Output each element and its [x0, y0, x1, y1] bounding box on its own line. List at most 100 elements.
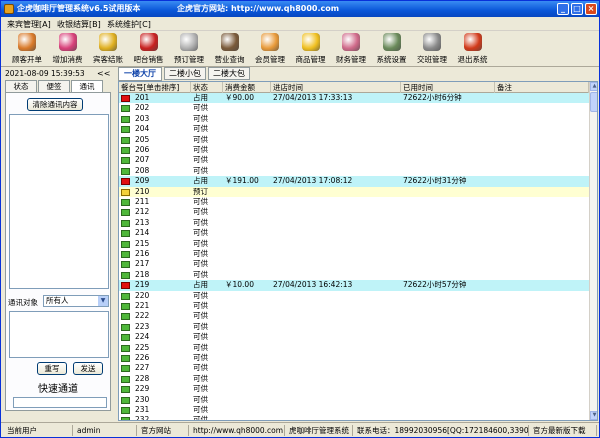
customer-order-icon: [18, 33, 36, 51]
tab-floor1-hall[interactable]: 一楼大厅: [118, 67, 162, 81]
comm-messages-box[interactable]: [9, 114, 109, 289]
comm-input[interactable]: [9, 311, 109, 358]
toolbar-button-10[interactable]: 交班管理: [412, 33, 452, 66]
table-status-flag-icon: [121, 417, 130, 420]
table-row[interactable]: 214 可供: [119, 228, 589, 238]
table-row[interactable]: 221 可供: [119, 301, 589, 311]
chevron-down-icon[interactable]: ▼: [98, 296, 108, 306]
table-row[interactable]: 220 可供: [119, 291, 589, 301]
table-row[interactable]: 204 可供: [119, 124, 589, 134]
table-row[interactable]: 216 可供: [119, 249, 589, 259]
table-row[interactable]: 232 可供: [119, 415, 589, 420]
cell-time-in: [271, 301, 401, 311]
toolbar-button-3[interactable]: 吧台销售: [129, 33, 169, 66]
cell-status: 可供: [193, 394, 208, 404]
menu-guest[interactable]: 来宾管理[A]: [7, 19, 51, 30]
table-row[interactable]: 227 可供: [119, 363, 589, 373]
table-status-flag-icon: [121, 167, 130, 175]
table-row[interactable]: 209 占用 ￥191.00 27/04/2013 17:08:12 72622小时31…: [119, 176, 589, 187]
minimize-button[interactable]: _: [557, 3, 569, 15]
send-button[interactable]: 发送: [73, 362, 103, 375]
cell-time-in: [271, 166, 401, 176]
header-elapsed[interactable]: 已用时间: [401, 82, 495, 93]
quick-channel-input[interactable]: [13, 397, 107, 408]
table-row[interactable]: 215 可供: [119, 239, 589, 249]
toolbar-button-label: 吧台销售: [133, 55, 164, 64]
header-note[interactable]: 备注: [495, 82, 589, 93]
table-row[interactable]: 230 可供: [119, 395, 589, 405]
cell-elapsed: 72622小时31分钟: [403, 176, 467, 186]
table-row[interactable]: 226 可供: [119, 353, 589, 363]
table-row[interactable]: 202 可供: [119, 103, 589, 113]
table-row[interactable]: 229 可供: [119, 384, 589, 394]
table-row[interactable]: 225 可供: [119, 343, 589, 353]
table-row[interactable]: 218 可供: [119, 270, 589, 280]
table-row[interactable]: 212 可供: [119, 207, 589, 217]
table-row[interactable]: 223 可供: [119, 322, 589, 332]
menu-system[interactable]: 系统维护[C]: [107, 19, 151, 30]
comm-target-select[interactable]: 所有人 ▼: [43, 295, 109, 307]
rewrite-button[interactable]: 重写: [37, 362, 67, 375]
table-row[interactable]: 208 可供: [119, 166, 589, 176]
toolbar-button-4[interactable]: 预订管理: [169, 33, 209, 66]
cell-time-in: [271, 332, 401, 342]
toolbar-button-9[interactable]: 系统设置: [372, 33, 412, 66]
cell-status: 可供: [193, 155, 208, 165]
cell-time-in: [271, 322, 401, 332]
table-row[interactable]: 224 可供: [119, 332, 589, 342]
table-row[interactable]: 203 可供: [119, 114, 589, 124]
toolbar-button-5[interactable]: 营业查询: [210, 33, 250, 66]
handshake-icon: [423, 33, 441, 51]
table-row[interactable]: 210 预订: [119, 186, 589, 197]
cell-elapsed: [401, 249, 495, 259]
collapse-panel-button[interactable]: <<: [97, 69, 110, 78]
clear-comm-button[interactable]: 清除通讯内容: [27, 98, 83, 111]
tab-notes[interactable]: 便签: [38, 80, 70, 92]
cell-note: [495, 259, 589, 269]
table-row[interactable]: 205 可供: [119, 135, 589, 145]
toolbar-button-1[interactable]: 增加消费: [48, 33, 88, 66]
table-row[interactable]: 228 可供: [119, 374, 589, 384]
toolbar-button-11[interactable]: 退出系统: [453, 33, 493, 66]
header-amount[interactable]: 消费金额: [223, 82, 271, 93]
table-row[interactable]: 201 占用 ￥90.00 27/04/2013 17:33:13 72622小时6分钟: [119, 93, 589, 104]
status-download[interactable]: 官方最新版下载: [529, 425, 597, 436]
cell-status: 占用: [193, 176, 208, 186]
toolbar-button-6[interactable]: 会员管理: [250, 33, 290, 66]
table-row[interactable]: 222 可供: [119, 311, 589, 321]
cell-elapsed: [401, 343, 495, 353]
cell-time-in: [271, 239, 401, 249]
cell-status: 可供: [193, 238, 208, 248]
table-row[interactable]: 219 占用 ￥10.00 27/04/2013 16:42:13 72622小时57分…: [119, 280, 589, 291]
toolbar-button-0[interactable]: 顾客开单: [7, 33, 47, 66]
cell-status: 可供: [193, 145, 208, 154]
tab-floor2-large[interactable]: 二楼大包: [208, 67, 250, 80]
vertical-scrollbar[interactable]: ▲ ▼: [589, 82, 597, 420]
toolbar-button-7[interactable]: 商品管理: [291, 33, 331, 66]
table-row[interactable]: 207 可供: [119, 155, 589, 165]
tab-floor2-small[interactable]: 二楼小包: [164, 67, 206, 80]
table-row[interactable]: 217 可供: [119, 259, 589, 269]
table-row[interactable]: 211 可供: [119, 197, 589, 207]
header-status[interactable]: 状态: [191, 82, 223, 93]
header-table-id[interactable]: 餐台号[单击排序]: [119, 82, 191, 93]
status-site-url[interactable]: http://www.qh8000.com: [189, 425, 285, 436]
cell-elapsed: [401, 218, 495, 228]
header-time-in[interactable]: 进店时间: [271, 82, 401, 93]
close-button[interactable]: ×: [585, 3, 597, 15]
cell-note: [495, 280, 589, 290]
menu-checkout[interactable]: 收银结算[B]: [57, 19, 101, 30]
tab-status[interactable]: 状态: [5, 80, 37, 92]
scroll-thumb[interactable]: [590, 92, 597, 112]
cell-elapsed: [401, 405, 495, 415]
toolbar-button-8[interactable]: 财务管理: [331, 33, 371, 66]
toolbar-button-2[interactable]: 宾客结账: [88, 33, 128, 66]
table-row[interactable]: 231 可供: [119, 405, 589, 415]
title-bar[interactable]: 企虎咖啡厅管理系统v6.5试用版本 企虎官方网站: http://www.qh8…: [1, 1, 599, 17]
scroll-down-icon[interactable]: ▼: [590, 411, 597, 420]
table-row[interactable]: 213 可供: [119, 218, 589, 228]
table-row[interactable]: 206 可供: [119, 145, 589, 155]
maximize-button[interactable]: □: [571, 3, 583, 15]
cell-time-in: [271, 395, 401, 405]
scroll-up-icon[interactable]: ▲: [590, 82, 597, 91]
